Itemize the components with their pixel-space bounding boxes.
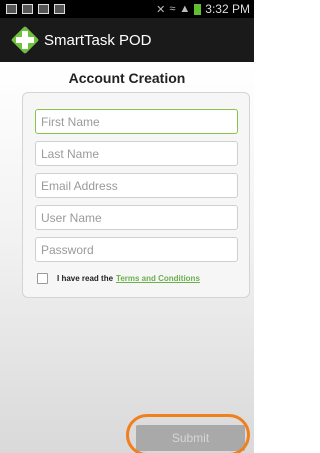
last-name-field[interactable] [35, 141, 238, 166]
media-icon [38, 4, 49, 14]
email-field[interactable] [35, 173, 238, 198]
gallery-icon [6, 4, 17, 14]
system-icons: ✕ ≈ ▲ 3:32 PM [156, 2, 250, 16]
battery-icon [194, 3, 202, 15]
password-field[interactable] [35, 237, 238, 262]
video-icon [54, 4, 65, 14]
wifi-icon: ≈ [169, 3, 176, 15]
form-card: I have read the Terms and Conditions [22, 92, 250, 298]
clock: 3:32 PM [205, 2, 250, 16]
mail-icon [22, 4, 33, 14]
username-field[interactable] [35, 205, 238, 230]
terms-label: I have read the [57, 274, 114, 283]
terms-checkbox[interactable] [37, 273, 48, 284]
status-bar: ✕ ≈ ▲ 3:32 PM [0, 0, 254, 18]
highlight-ring [126, 414, 250, 453]
terms-row: I have read the Terms and Conditions [37, 273, 200, 284]
app-logo-icon [10, 25, 40, 55]
app-title: SmartTask POD [44, 31, 152, 49]
page-title: Account Creation [68, 70, 186, 86]
action-bar: SmartTask POD [0, 18, 254, 62]
signal-icon: ▲ [179, 3, 191, 15]
mute-icon: ✕ [156, 3, 166, 16]
terms-link[interactable]: Terms and Conditions [116, 274, 200, 283]
notification-icons [6, 4, 65, 14]
content-area: Account Creation I have read the Terms a… [0, 62, 254, 453]
first-name-field[interactable] [35, 109, 238, 134]
